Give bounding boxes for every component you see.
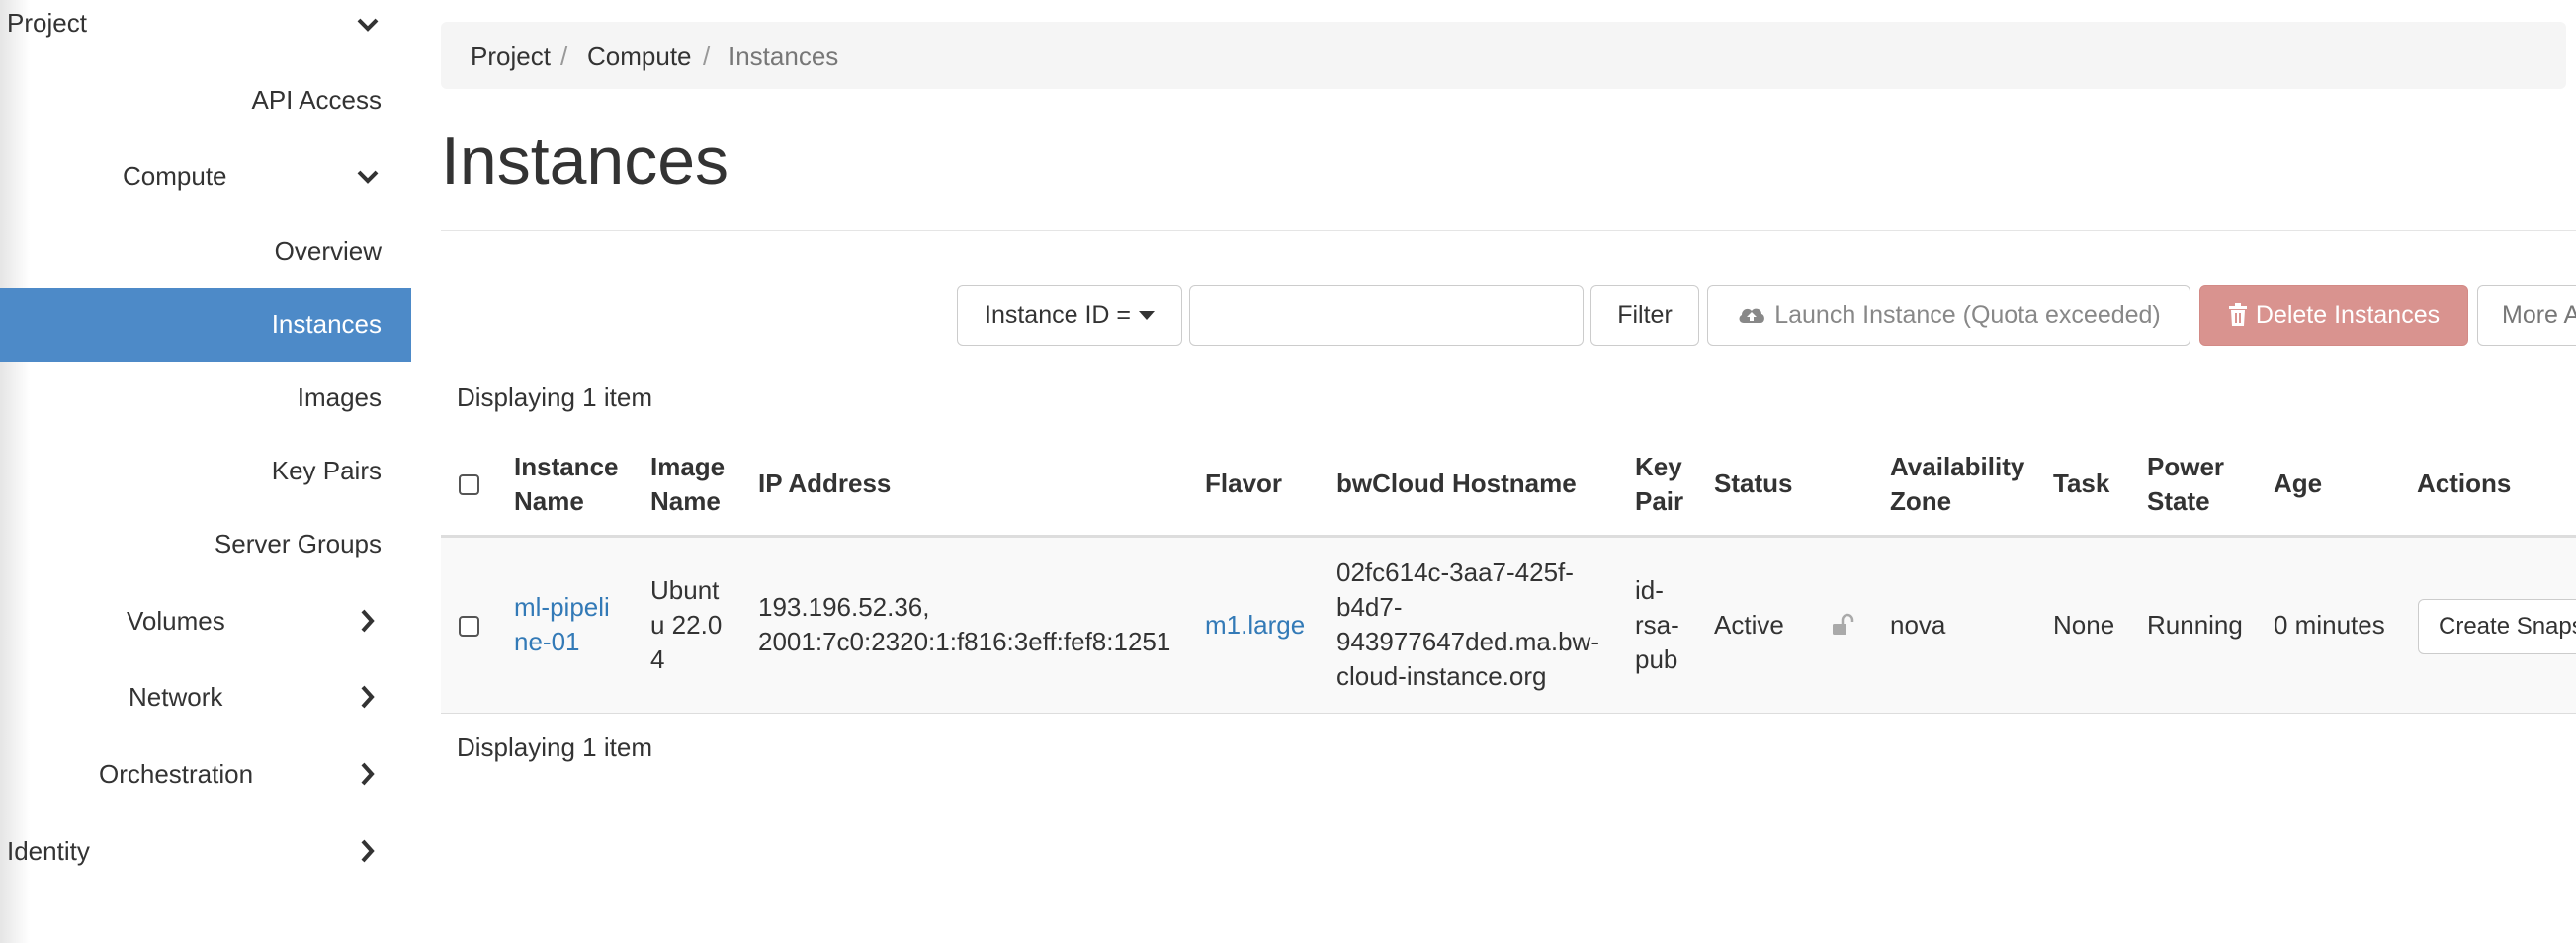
- column-header-image-name[interactable]: Image Name: [650, 450, 725, 519]
- cell-image-name: Ubunt u 22.0 4: [650, 573, 722, 677]
- sidebar-item-overview[interactable]: Overview: [148, 236, 382, 267]
- breadcrumb-separator: /: [560, 42, 568, 71]
- cell-line: ne-01: [514, 627, 580, 656]
- table-header-divider: [441, 535, 2576, 538]
- column-header-flavor[interactable]: Flavor: [1205, 467, 1282, 501]
- header-line: Key: [1635, 452, 1682, 481]
- delete-instances-button[interactable]: Delete Instances: [2199, 285, 2468, 346]
- header-line: Name: [650, 486, 721, 516]
- column-header-instance-name[interactable]: Instance Name: [514, 450, 619, 519]
- delete-instances-label: Delete Instances: [2255, 300, 2441, 329]
- filter-field-label: Instance ID =: [985, 300, 1131, 329]
- header-line: Name: [514, 486, 584, 516]
- sidebar-item-network[interactable]: Network: [129, 682, 222, 713]
- chevron-right-icon[interactable]: [354, 837, 382, 865]
- table-row-divider: [441, 713, 2576, 714]
- filter-input[interactable]: [1189, 285, 1584, 346]
- cell-status: Active: [1714, 610, 1784, 640]
- chevron-right-icon[interactable]: [354, 607, 382, 635]
- cell-line: Ubunt: [650, 575, 720, 605]
- displaying-count-top: Displaying 1 item: [457, 383, 652, 412]
- sidebar-item-project[interactable]: Project: [7, 8, 87, 39]
- filter-button[interactable]: Filter: [1590, 285, 1699, 346]
- sidebar-shadow: [0, 0, 30, 943]
- column-header-status[interactable]: Status: [1714, 467, 1792, 501]
- displaying-count-bottom: Displaying 1 item: [457, 732, 652, 762]
- title-divider: [441, 230, 2576, 231]
- column-header-power-state[interactable]: Power State: [2147, 450, 2224, 519]
- sidebar-item-volumes[interactable]: Volumes: [127, 606, 225, 637]
- create-snapshot-button[interactable]: Create Snaps: [2418, 599, 2576, 654]
- header-line: State: [2147, 486, 2210, 516]
- cell-line: 02fc614c-3aa7-425f-: [1336, 557, 1574, 587]
- header-line: Power: [2147, 452, 2225, 481]
- column-header-key-pair[interactable]: Key Pair: [1635, 450, 1683, 519]
- chevron-right-icon[interactable]: [354, 683, 382, 711]
- more-actions-button[interactable]: More A: [2477, 285, 2576, 346]
- header-line: Zone: [1890, 486, 1952, 516]
- cell-key-pair: id- rsa- pub: [1635, 573, 1679, 677]
- cell-line: id-: [1635, 575, 1664, 605]
- cell-line: 2001:7c0:2320:1:f816:3eff:fef8:1251: [758, 627, 1171, 656]
- caret-down-icon: [1139, 310, 1155, 320]
- trash-icon: [2228, 303, 2247, 326]
- sidebar-item-images[interactable]: Images: [148, 383, 382, 413]
- cell-line: 943977647ded.ma.bw-: [1336, 627, 1599, 656]
- unlock-icon: [1829, 612, 1856, 640]
- sidebar-item-key-pairs[interactable]: Key Pairs: [148, 456, 382, 486]
- breadcrumb-item-project[interactable]: Project: [471, 42, 551, 71]
- column-header-task[interactable]: Task: [2053, 467, 2109, 501]
- breadcrumb-separator: /: [703, 42, 711, 71]
- cell-task: None: [2053, 610, 2115, 640]
- cell-power-state: Running: [2147, 610, 2243, 640]
- column-header-ip-address[interactable]: IP Address: [758, 467, 891, 501]
- filter-field-dropdown[interactable]: Instance ID =: [957, 285, 1182, 346]
- sidebar-item-compute[interactable]: Compute: [123, 161, 227, 192]
- sidebar-item-instances[interactable]: Instances: [148, 309, 382, 340]
- sidebar-item-api-access[interactable]: API Access: [148, 85, 383, 116]
- cell-hostname: 02fc614c-3aa7-425f- b4d7- 943977647ded.m…: [1336, 556, 1599, 694]
- header-line: Instance: [514, 452, 619, 481]
- cell-line: u 22.0: [650, 610, 723, 640]
- cell-line: ml-pipeli: [514, 592, 610, 622]
- row-checkbox[interactable]: [459, 616, 479, 637]
- column-header-actions: Actions: [2417, 469, 2512, 498]
- cell-line: 193.196.52.36,: [758, 592, 930, 622]
- cell-line: b4d7-: [1336, 592, 1403, 622]
- column-header-age[interactable]: Age: [2274, 467, 2322, 501]
- cloud-upload-icon: [1739, 308, 1765, 323]
- cell-line: 4: [650, 644, 665, 674]
- sidebar-item-orchestration[interactable]: Orchestration: [99, 759, 253, 790]
- cell-ip-address: 193.196.52.36, 2001:7c0:2320:1:f816:3eff…: [758, 590, 1170, 659]
- cell-availability-zone: nova: [1890, 610, 1946, 640]
- select-all-checkbox[interactable]: [459, 474, 479, 495]
- cell-age: 0 minutes: [2274, 610, 2385, 640]
- sidebar-item-identity[interactable]: Identity: [7, 836, 90, 867]
- launch-instance-label: Launch Instance (Quota exceeded): [1774, 300, 2161, 329]
- breadcrumb-item-compute[interactable]: Compute: [587, 42, 692, 71]
- chevron-down-icon[interactable]: [354, 163, 382, 191]
- chevron-down-icon[interactable]: [354, 11, 382, 39]
- column-header-hostname[interactable]: bwCloud Hostname: [1336, 467, 1577, 501]
- cell-line: cloud-instance.org: [1336, 661, 1547, 691]
- header-line: Pair: [1635, 486, 1684, 516]
- cell-line: pub: [1635, 644, 1678, 674]
- header-line: Image: [650, 452, 726, 481]
- instance-name-link[interactable]: ml-pipeli ne-01: [514, 590, 610, 659]
- cell-line: rsa-: [1635, 610, 1679, 640]
- sidebar-item-server-groups[interactable]: Server Groups: [148, 529, 382, 559]
- chevron-right-icon[interactable]: [354, 760, 382, 788]
- header-line: Availability: [1890, 452, 2025, 481]
- flavor-link[interactable]: m1.large: [1205, 608, 1305, 643]
- column-header-availability-zone[interactable]: Availability Zone: [1890, 450, 2024, 519]
- page-title: Instances: [441, 124, 730, 199]
- launch-instance-button[interactable]: Launch Instance (Quota exceeded): [1707, 285, 2190, 346]
- breadcrumb-item-instances: Instances: [729, 42, 839, 71]
